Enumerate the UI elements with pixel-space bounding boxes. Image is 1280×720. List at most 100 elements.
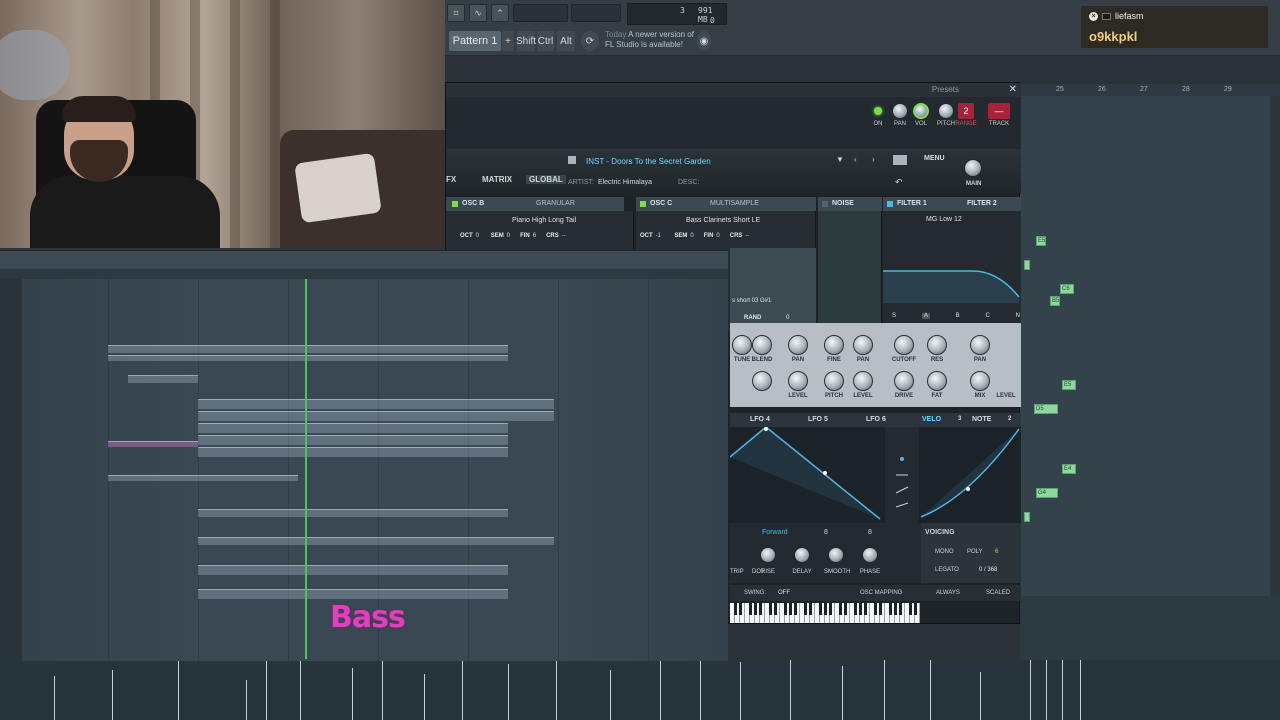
black-key[interactable] <box>803 603 807 615</box>
alt-key[interactable]: Alt <box>557 31 575 51</box>
close-icon[interactable]: × <box>1089 11 1098 21</box>
cutoff-knob[interactable] <box>894 335 914 355</box>
preset-dropdown-icon[interactable]: ▼ <box>836 155 844 164</box>
volume-knob[interactable] <box>913 103 929 119</box>
black-key[interactable] <box>758 603 762 615</box>
osc-c-toggle-icon[interactable] <box>640 201 646 207</box>
black-key[interactable] <box>858 603 862 615</box>
snap-icon[interactable]: ⌗ <box>447 4 465 22</box>
tab-matrix[interactable]: MATRIX <box>482 175 512 184</box>
osc-mapping-button[interactable]: OSC MAPPING <box>860 590 902 596</box>
browser-icon[interactable] <box>893 155 907 165</box>
note-b5[interactable]: B5 <box>1050 296 1060 306</box>
osc-level-knob[interactable] <box>788 371 808 391</box>
shift-key[interactable]: Shift <box>516 31 536 51</box>
route-a[interactable]: A <box>921 313 930 319</box>
plugin-titlebar[interactable]: Presets ✕ <box>446 83 1021 97</box>
osc-c-sem[interactable]: 0 <box>690 233 693 239</box>
lfo-mode[interactable]: Forward <box>762 529 788 536</box>
black-key[interactable] <box>818 603 822 615</box>
black-key[interactable] <box>878 603 882 615</box>
black-key[interactable] <box>893 603 897 615</box>
master-volume-knob[interactable] <box>964 159 982 177</box>
playlist-clip[interactable] <box>198 435 508 445</box>
smooth-knob[interactable] <box>828 547 844 563</box>
osc-b-fin[interactable]: 6 <box>533 233 536 239</box>
filter1-title[interactable]: FILTER 1 <box>897 200 927 207</box>
black-key[interactable] <box>808 603 812 615</box>
black-key[interactable] <box>768 603 772 615</box>
playlist-clip[interactable] <box>108 441 198 447</box>
playlist-clip[interactable] <box>198 509 508 517</box>
lfo-grid-value[interactable]: 8 <box>824 529 828 536</box>
blend-knob[interactable] <box>752 335 772 355</box>
playlist-toolbar[interactable] <box>0 251 728 269</box>
playlist-track-headers[interactable] <box>0 279 22 661</box>
black-key[interactable] <box>898 603 902 615</box>
tab-velo[interactable]: VELO <box>922 416 941 423</box>
black-key[interactable] <box>733 603 737 615</box>
swing-value[interactable]: OFF <box>778 590 790 596</box>
tab-fx[interactable]: FX <box>446 175 456 184</box>
update-notice[interactable]: Today A newer version of FL Studio is av… <box>605 30 694 50</box>
piano-roll-event-editor[interactable] <box>1020 596 1280 660</box>
piano-roll-scrollbar[interactable] <box>1270 96 1280 596</box>
playlist-clip[interactable] <box>128 375 198 383</box>
black-key[interactable] <box>788 603 792 615</box>
noise-pitch-knob[interactable] <box>824 371 844 391</box>
lfo-grid-value-2[interactable]: 8 <box>868 529 872 536</box>
res-knob[interactable] <box>927 335 947 355</box>
note-e5-2[interactable]: E5 <box>1062 380 1076 390</box>
tab-note[interactable]: NOTE <box>972 416 991 423</box>
playlist-timeline[interactable] <box>0 269 728 279</box>
note-short[interactable] <box>1024 512 1030 522</box>
black-key[interactable] <box>793 603 797 615</box>
scaled-toggle[interactable]: SCALED <box>986 590 1010 596</box>
lfo-graph[interactable] <box>730 427 1021 523</box>
black-key[interactable] <box>908 603 912 615</box>
playhead[interactable] <box>305 279 307 659</box>
osc-c-wavetable[interactable]: Bass Clarinets Short LE <box>686 217 760 224</box>
osc-c-crs[interactable]: -- <box>745 233 749 239</box>
playlist-clip[interactable] <box>198 589 508 599</box>
add-pattern-button[interactable]: + <box>502 31 514 51</box>
playlist-clip[interactable] <box>198 399 554 409</box>
wave-icon[interactable]: ∿ <box>469 4 487 22</box>
track-selector[interactable]: — <box>988 103 1010 119</box>
power-led-icon[interactable] <box>874 107 882 115</box>
playlist-clip[interactable] <box>198 423 508 433</box>
osc-c-mode[interactable]: MULTISAMPLE <box>710 200 759 207</box>
undo-icon[interactable]: ↶ <box>895 177 903 188</box>
phase-knob[interactable] <box>862 547 878 563</box>
ctrl-key[interactable]: Ctrl <box>537 31 554 51</box>
playlist-clip[interactable] <box>108 355 508 361</box>
playlist-clip[interactable] <box>198 447 508 457</box>
note-e4[interactable]: E4 <box>1062 464 1076 474</box>
preset-next-icon[interactable]: › <box>872 155 875 164</box>
black-key[interactable] <box>838 603 842 615</box>
black-key[interactable] <box>828 603 832 615</box>
globe-icon[interactable]: ◉ <box>697 31 711 51</box>
preset-prev-icon[interactable]: ‹ <box>854 155 857 164</box>
black-key[interactable] <box>783 603 787 615</box>
note-short[interactable] <box>1024 260 1030 270</box>
black-key[interactable] <box>753 603 757 615</box>
note-e5[interactable]: E5 <box>1036 236 1046 246</box>
playlist-clip[interactable] <box>198 411 554 421</box>
close-icon[interactable]: ✕ <box>1009 84 1017 95</box>
drive-knob[interactable] <box>894 371 914 391</box>
pan-knob[interactable] <box>892 103 908 119</box>
pattern-selector[interactable]: Pattern 1 <box>449 31 501 51</box>
always-toggle[interactable]: ALWAYS <box>936 590 960 596</box>
black-key[interactable] <box>863 603 867 615</box>
osc-b-wavetable[interactable]: Piano High Long Tail <box>512 217 576 224</box>
black-key[interactable] <box>853 603 857 615</box>
note-g4[interactable]: G4 <box>1036 488 1058 498</box>
osc-c-sample-display[interactable] <box>730 248 816 323</box>
update-icon[interactable]: ⟳ <box>581 31 599 51</box>
preset-name[interactable]: INST - Doors To the Secret Garden <box>586 157 711 166</box>
osc-b-crs[interactable]: -- <box>562 233 566 239</box>
black-key[interactable] <box>913 603 917 615</box>
noise-toggle-icon[interactable] <box>822 201 828 207</box>
mix-knob[interactable] <box>970 371 990 391</box>
